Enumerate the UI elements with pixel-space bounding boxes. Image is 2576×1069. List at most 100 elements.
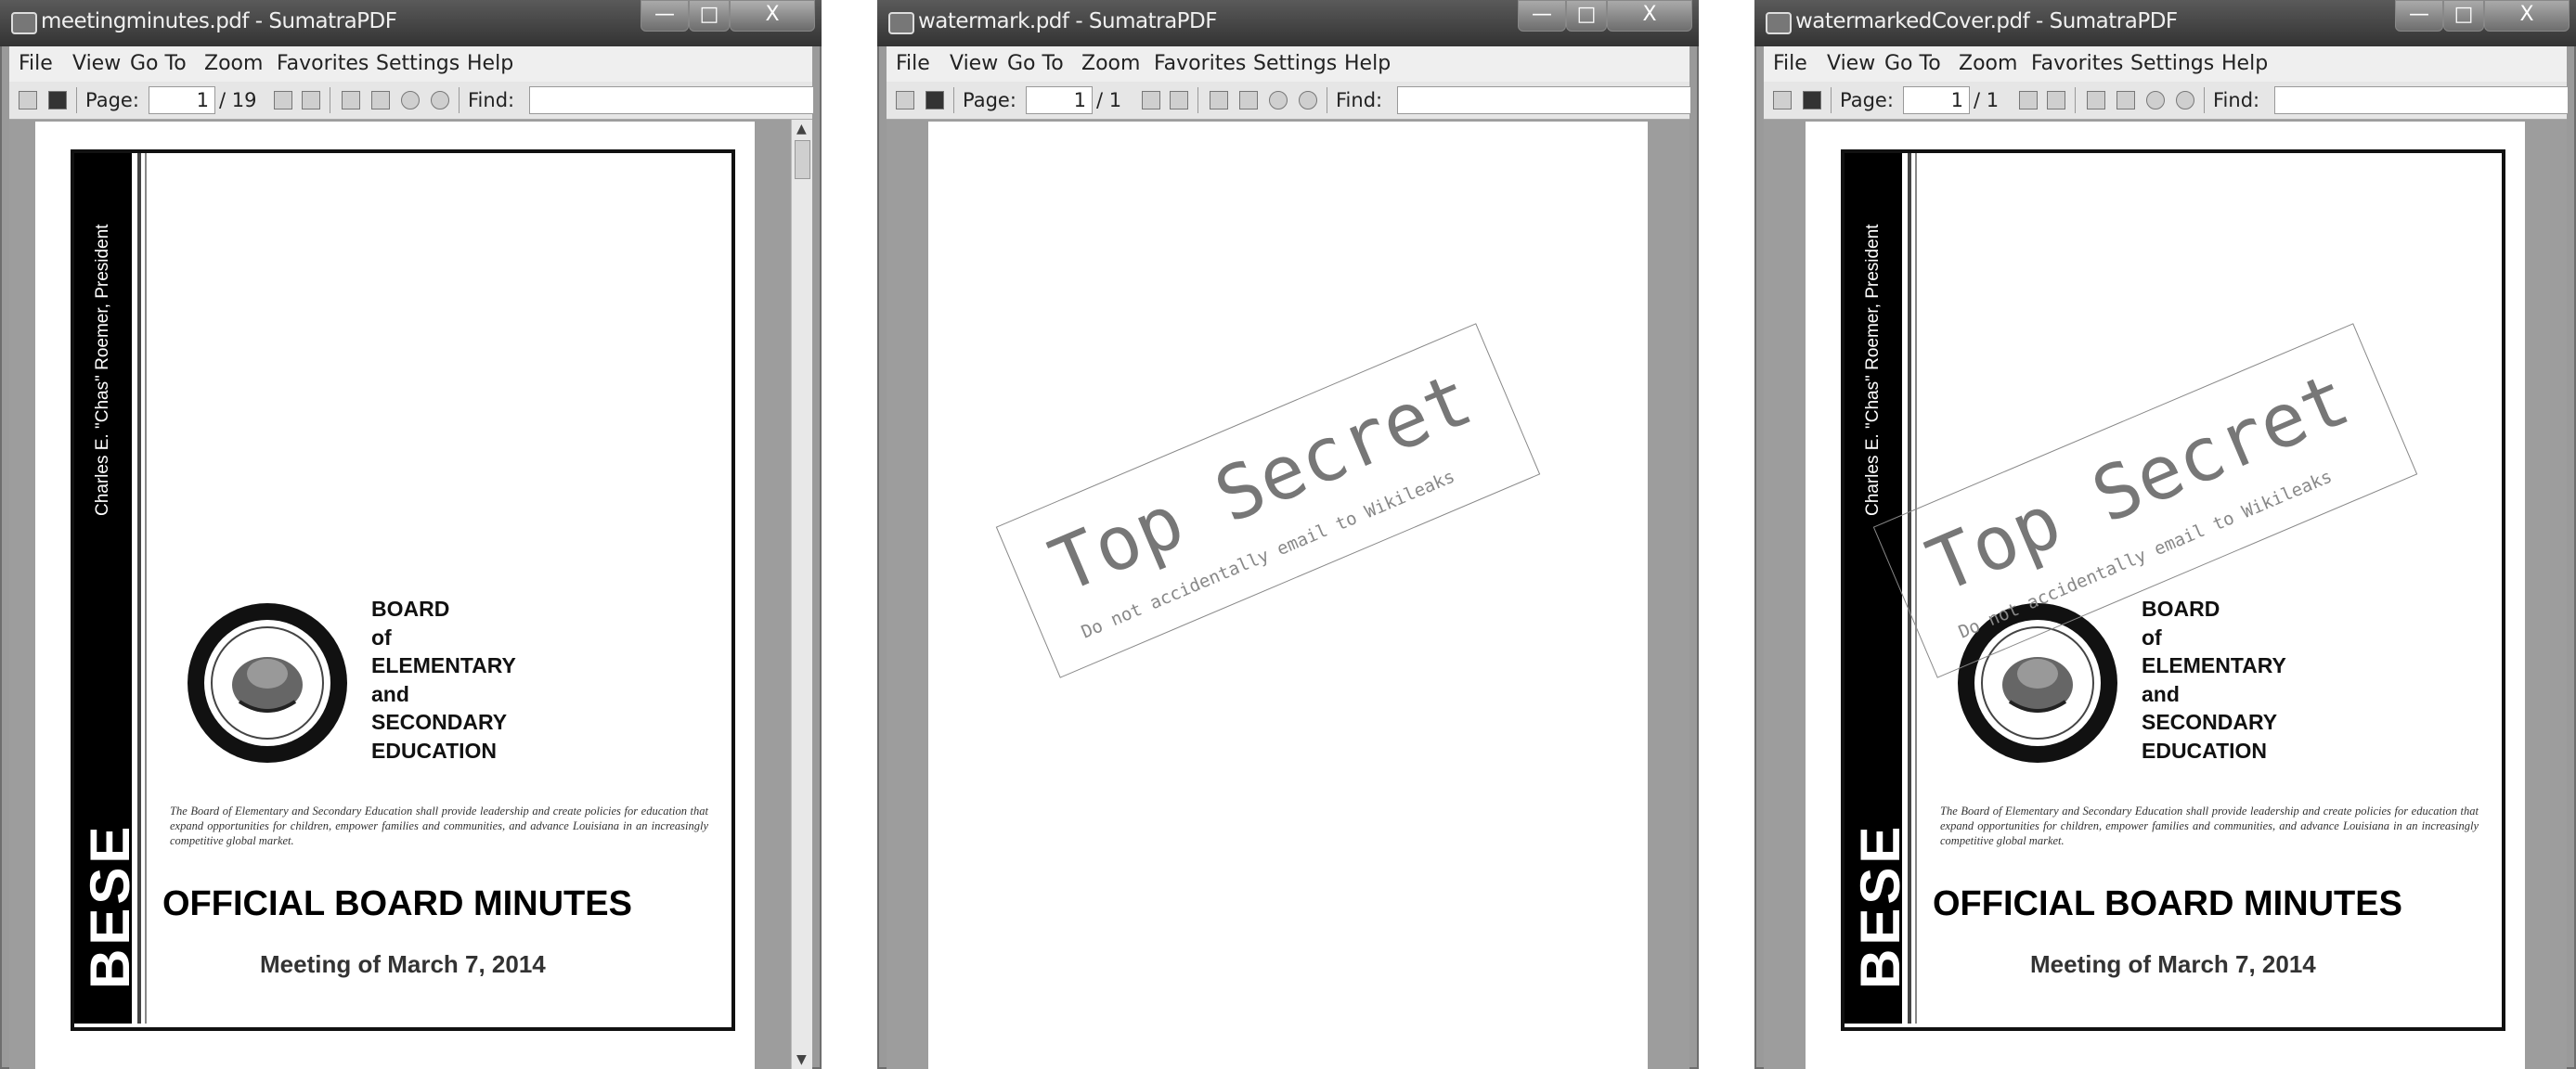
document-area[interactable]: Top Secret Do not accidentally email to … [887, 120, 1689, 1069]
pdf-page: BESE Charles E. "Chas" Roemer, President… [1806, 122, 2525, 1069]
fit-page-icon[interactable] [2116, 91, 2135, 109]
zoom-out-icon[interactable] [401, 91, 420, 109]
maximize-button[interactable]: □ [689, 0, 730, 32]
minimize-icon: — [654, 3, 675, 26]
page-total: / 1 [1096, 89, 1122, 111]
louisiana-seal-icon [188, 603, 347, 763]
menu-help[interactable]: Help [467, 52, 513, 75]
prev-page-icon[interactable] [1142, 91, 1160, 109]
president-label: Charles E. "Chas" Roemer, President [1863, 224, 1883, 516]
find-input[interactable] [529, 86, 814, 114]
find-label: Find: [1336, 89, 1383, 111]
prev-page-icon[interactable] [2019, 91, 2038, 109]
minimize-button[interactable]: — [1518, 0, 1566, 32]
menu-file[interactable]: File [1773, 52, 1807, 75]
menu-help[interactable]: Help [2221, 52, 2268, 75]
menu-zoom[interactable]: Zoom [1081, 52, 1140, 75]
page-number-input[interactable]: 1 [1903, 86, 1970, 114]
title-bar[interactable]: meetingminutes.pdf - SumatraPDF — □ X [0, 0, 822, 46]
fit-page-icon[interactable] [1239, 91, 1258, 109]
menu-zoom[interactable]: Zoom [204, 52, 263, 75]
toolbar: Page: 1 / 1 Find: [887, 82, 1691, 120]
pdf-page: Top Secret Do not accidentally email to … [928, 122, 1648, 1069]
pdf-page: BESE Charles E. "Chas" Roemer, President… [35, 122, 755, 1069]
find-input[interactable] [1397, 86, 1691, 114]
maximize-button[interactable]: □ [2443, 0, 2484, 32]
menu-settings[interactable]: Settings [1253, 52, 1337, 75]
zoom-out-icon[interactable] [2146, 91, 2165, 109]
menu-goto[interactable]: Go To [1007, 52, 1064, 75]
window-meetingminutes: meetingminutes.pdf - SumatraPDF — □ X Fi… [0, 0, 822, 1069]
close-button[interactable]: X [730, 0, 815, 32]
scroll-thumb[interactable] [795, 140, 810, 179]
zoom-out-icon[interactable] [1269, 91, 1288, 109]
fit-width-icon[interactable] [342, 91, 360, 109]
menu-view[interactable]: View [72, 52, 121, 75]
page-number-input[interactable]: 1 [1026, 86, 1093, 114]
divider-line [145, 153, 147, 1024]
fit-page-icon[interactable] [371, 91, 390, 109]
minimize-button[interactable]: — [2395, 0, 2443, 32]
maximize-icon: □ [2453, 3, 2474, 26]
menu-favorites[interactable]: Favorites [277, 52, 369, 75]
fit-width-icon[interactable] [2087, 91, 2105, 109]
next-page-icon[interactable] [302, 91, 320, 109]
open-icon[interactable] [1773, 91, 1792, 109]
vertical-scrollbar[interactable]: ▲ ▼ [791, 120, 812, 1069]
window-title: meetingminutes.pdf - SumatraPDF [41, 9, 397, 33]
menu-goto[interactable]: Go To [1884, 52, 1941, 75]
toolbar-separator [1197, 87, 1198, 113]
title-bar[interactable]: watermark.pdf - SumatraPDF — □ X [877, 0, 1699, 46]
watermark-stamp: Top Secret Do not accidentally email to … [995, 323, 1541, 678]
menu-help[interactable]: Help [1344, 52, 1391, 75]
menu-zoom[interactable]: Zoom [1959, 52, 2017, 75]
toolbar: Page: 1 / 19 Find: [9, 82, 814, 120]
find-label: Find: [2213, 89, 2260, 111]
print-icon[interactable] [48, 91, 67, 109]
page-label: Page: [1840, 89, 1894, 111]
fit-width-icon[interactable] [1210, 91, 1228, 109]
zoom-in-icon[interactable] [1299, 91, 1317, 109]
zoom-in-icon[interactable] [2176, 91, 2194, 109]
toolbar-separator [1831, 87, 1832, 113]
board-name: BOARD of ELEMENTARY and SECONDARY EDUCAT… [2142, 597, 2286, 763]
title-bar[interactable]: watermarkedCover.pdf - SumatraPDF — □ X [1754, 0, 2576, 46]
document-area[interactable]: BESE Charles E. "Chas" Roemer, President… [1764, 120, 2567, 1069]
document-area[interactable]: BESE Charles E. "Chas" Roemer, President… [9, 120, 812, 1069]
menu-bar: File View Go To Zoom Favorites Settings … [887, 46, 1689, 83]
print-icon[interactable] [926, 91, 944, 109]
prev-page-icon[interactable] [274, 91, 292, 109]
close-button[interactable]: X [1607, 0, 1692, 32]
menu-view[interactable]: View [950, 52, 998, 75]
toolbar-separator [76, 87, 77, 113]
toolbar-separator [459, 87, 460, 113]
menu-settings[interactable]: Settings [376, 52, 460, 75]
window-title: watermark.pdf - SumatraPDF [918, 9, 1217, 33]
minimize-button[interactable]: — [641, 0, 689, 32]
menu-favorites[interactable]: Favorites [1154, 52, 1246, 75]
close-button[interactable]: X [2484, 0, 2570, 32]
open-icon[interactable] [19, 91, 37, 109]
zoom-in-icon[interactable] [431, 91, 449, 109]
print-icon[interactable] [1803, 91, 1821, 109]
toolbar-separator [2075, 87, 2076, 113]
find-input[interactable] [2274, 86, 2569, 114]
menu-view[interactable]: View [1827, 52, 1875, 75]
next-page-icon[interactable] [1170, 91, 1188, 109]
menu-file[interactable]: File [896, 52, 930, 75]
close-icon: X [1642, 3, 1657, 26]
menu-goto[interactable]: Go To [130, 52, 187, 75]
page-number-input[interactable]: 1 [149, 86, 215, 114]
next-page-icon[interactable] [2047, 91, 2065, 109]
menu-file[interactable]: File [19, 52, 53, 75]
meeting-date: Meeting of March 7, 2014 [260, 950, 546, 978]
toolbar-separator [953, 87, 954, 113]
open-icon[interactable] [896, 91, 914, 109]
sumatra-app-icon [11, 12, 37, 34]
menu-settings[interactable]: Settings [2130, 52, 2214, 75]
scroll-down-icon[interactable]: ▼ [796, 1052, 807, 1067]
scroll-up-icon[interactable]: ▲ [796, 122, 807, 136]
menu-favorites[interactable]: Favorites [2031, 52, 2123, 75]
close-icon: X [2519, 3, 2534, 26]
maximize-button[interactable]: □ [1566, 0, 1607, 32]
